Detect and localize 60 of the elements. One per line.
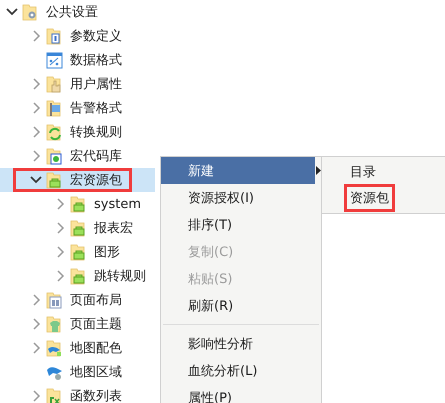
tree-item-label: 宏代码库 [70, 148, 122, 165]
tree-row[interactable]: 页面主题 [0, 312, 155, 336]
menu-item[interactable]: 排序(T) [161, 211, 315, 238]
percent-icon [46, 52, 63, 68]
tree-item-label: 参数定义 [70, 28, 122, 45]
tree-row[interactable]: system [0, 192, 155, 216]
folder-flag-icon [46, 100, 63, 116]
folder-package-icon [46, 172, 63, 188]
tree-item-label: 函数列表 [70, 388, 122, 403]
folder-function-icon [46, 388, 63, 403]
tree-item-label: 公共设置 [46, 4, 98, 21]
tree-row[interactable]: 报表宏 [0, 216, 155, 240]
tree-item-label: 转换规则 [70, 124, 122, 141]
tree-row[interactable]: 告警格式 [0, 96, 155, 120]
folder-package-icon [70, 196, 87, 212]
tree-row[interactable]: 参数定义 [0, 24, 155, 48]
tree-item-label: 告警格式 [70, 100, 122, 117]
menu-item[interactable]: 新建 [161, 157, 315, 184]
tree-row[interactable]: 跳转规则 [0, 264, 155, 288]
tree-row[interactable]: 函数列表 [0, 384, 155, 403]
tree-row[interactable]: 转换规则 [0, 120, 155, 144]
tree-row[interactable]: 地图配色 [0, 336, 155, 360]
tree-row[interactable]: 地图区域 [0, 360, 155, 384]
collapse-chevron-icon[interactable] [30, 174, 42, 186]
folder-package-icon [70, 220, 87, 236]
folder-play-icon [46, 148, 63, 164]
tree-item-label: 宏资源包 [70, 172, 122, 189]
tree-item-label: 跳转规则 [94, 268, 146, 285]
tree-item-label: 页面布局 [70, 292, 122, 309]
folder-shirt-icon [46, 316, 63, 332]
tree-row[interactable]: 宏资源包 [0, 168, 155, 192]
folder-hand-icon [46, 76, 63, 92]
tree-row[interactable]: 数据格式 [0, 48, 155, 72]
tree-row[interactable]: 用户属性 [0, 72, 155, 96]
tree-row[interactable]: 公共设置 [0, 0, 155, 24]
menu-item[interactable]: 资源授权(I) [161, 184, 315, 211]
tree-item-label: system [94, 196, 141, 212]
menu-item[interactable]: 属性(P) [161, 384, 315, 403]
tree-item-label: 数据格式 [70, 52, 122, 69]
tree-item-label: 地图区域 [70, 364, 122, 381]
menu-item[interactable]: 目录 [347, 161, 379, 183]
tree-item-label: 页面主题 [70, 316, 122, 333]
tree-item-label: 用户属性 [70, 76, 122, 93]
tree-row[interactable]: 图形 [0, 240, 155, 264]
tree-row[interactable]: 宏代码库 [0, 144, 155, 168]
tree-item-label: 地图配色 [70, 340, 122, 357]
folder-gear-icon [22, 4, 39, 20]
tree-item-label: 图形 [94, 244, 120, 261]
folder-package-icon [70, 268, 87, 284]
menu-item[interactable]: 影响性分析 [161, 330, 315, 357]
folder-layout-icon [46, 292, 63, 308]
tree-row[interactable]: 页面布局 [0, 288, 155, 312]
collapse-chevron-icon[interactable] [6, 6, 18, 18]
menu-item[interactable]: 血统分析(L) [161, 357, 315, 384]
menu-item[interactable]: 资源包 [347, 187, 392, 209]
folder-refresh-icon [46, 124, 63, 140]
menu-item[interactable]: 刷新(R) [161, 292, 315, 319]
folder-package-icon [70, 244, 87, 260]
tree-item-label: 报表宏 [94, 220, 133, 237]
folder-map-icon [46, 340, 63, 356]
